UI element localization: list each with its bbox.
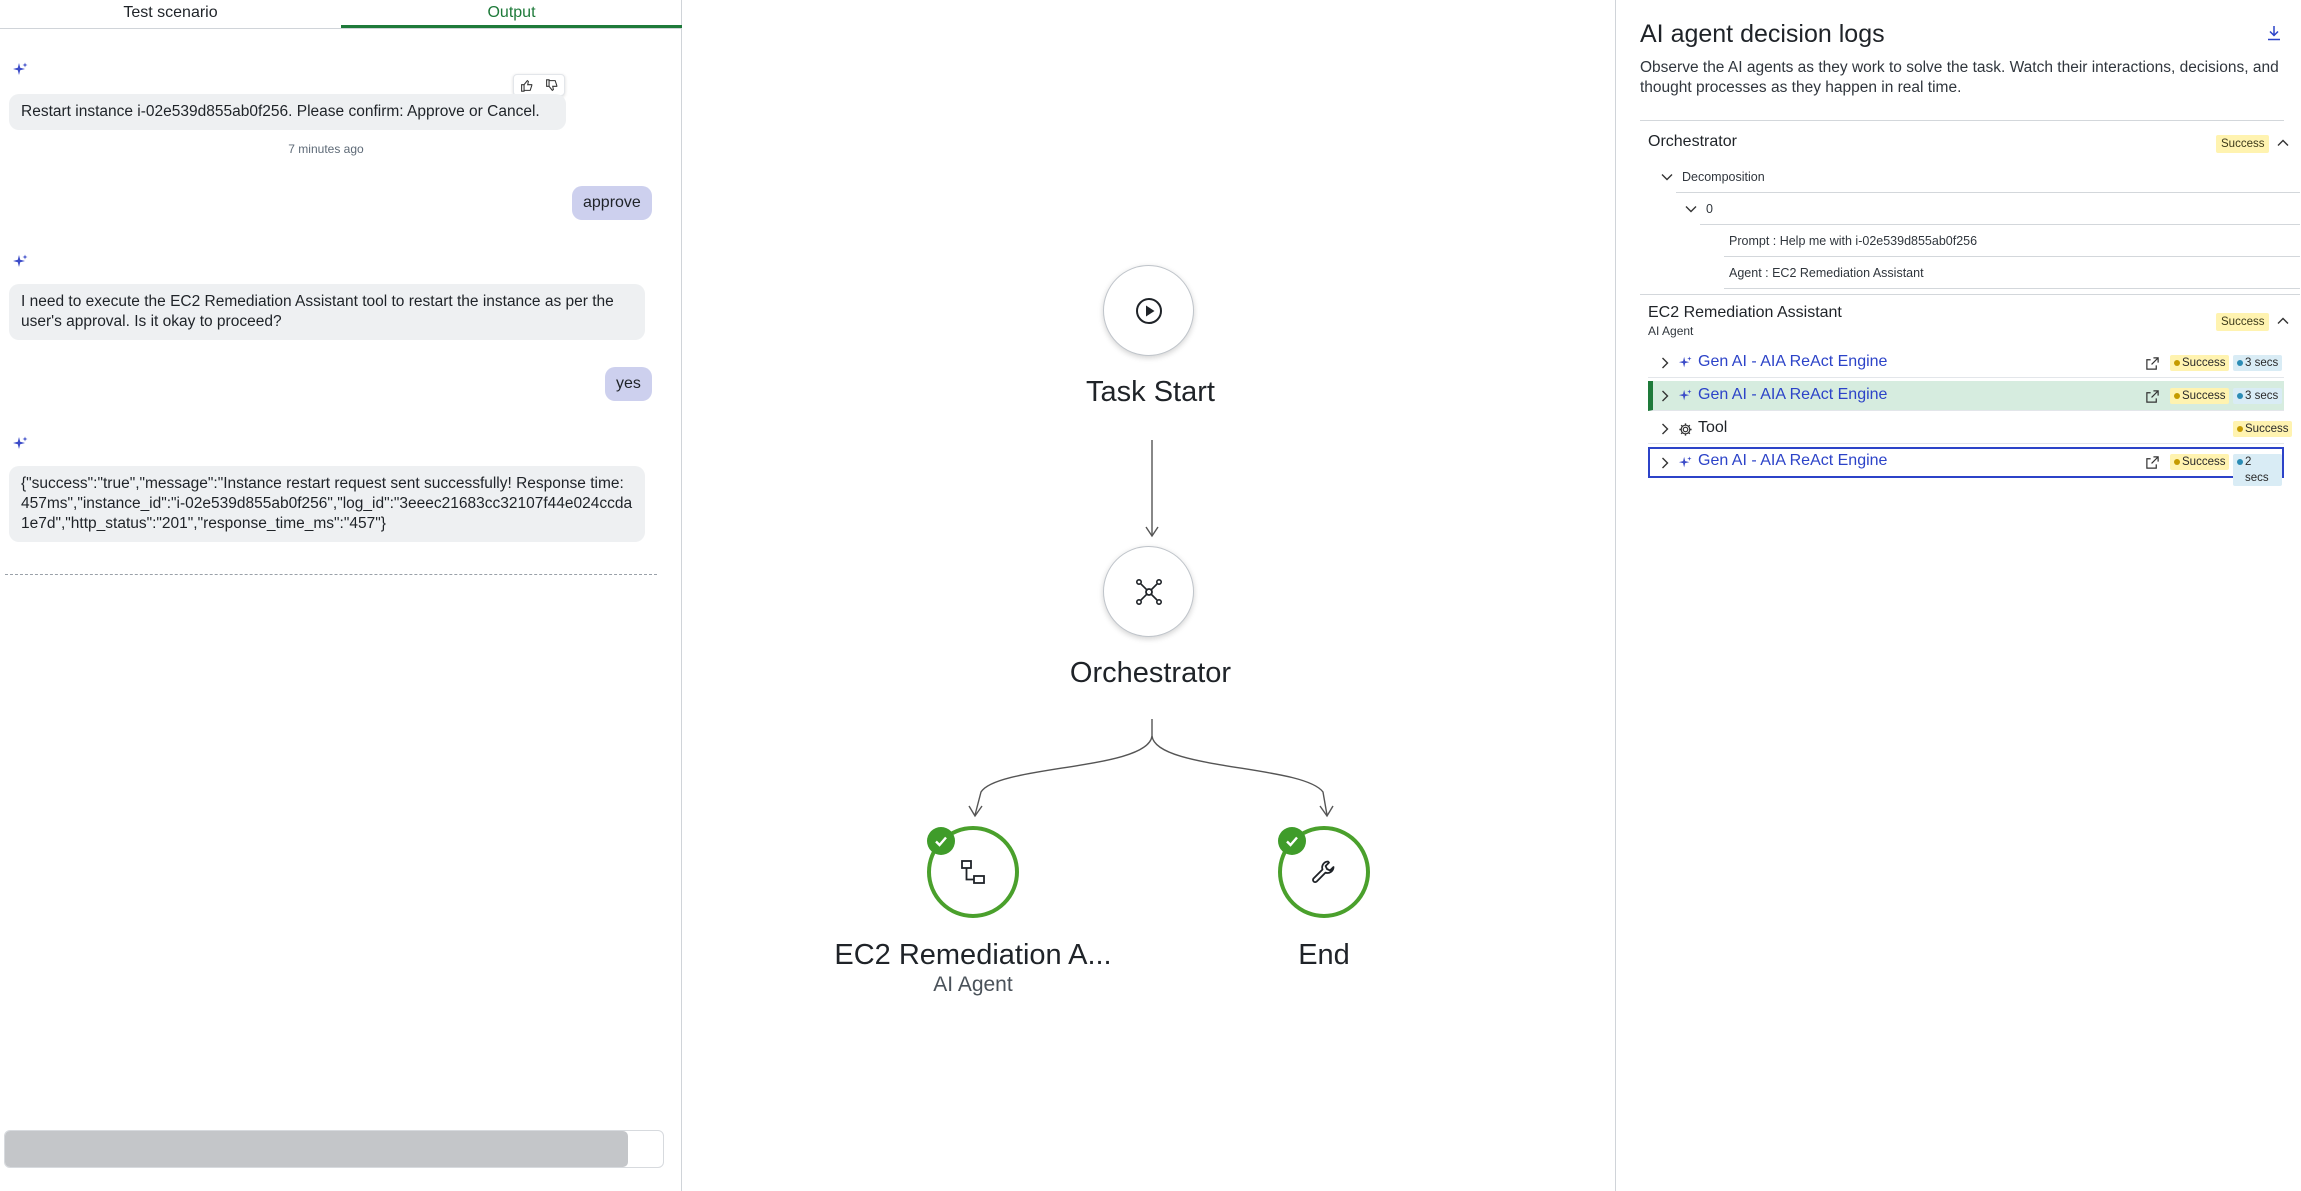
user-message: approve (572, 186, 652, 220)
message-timestamp: 7 minutes ago (288, 142, 364, 156)
gear-icon (1679, 423, 1692, 436)
duration-pill: 2 secs (2233, 454, 2282, 486)
chat-input[interactable] (4, 1130, 664, 1168)
node-label: Orchestrator (1069, 657, 1232, 689)
section-title-ec2-agent[interactable]: EC2 Remediation Assistant (1648, 304, 1842, 322)
ai-message: I need to execute the EC2 Remediation As… (9, 284, 645, 340)
wrench-icon (1312, 860, 1335, 883)
decomposition-label[interactable]: Decomposition (1682, 170, 1765, 184)
divider (1640, 294, 2300, 295)
user-message: yes (605, 367, 652, 401)
divider (1724, 256, 2300, 257)
external-link-icon[interactable] (2145, 356, 2160, 371)
log-row-label[interactable]: Gen AI - AIA ReAct Engine (1698, 353, 1887, 371)
log-row-label[interactable]: Gen AI - AIA ReAct Engine (1698, 452, 1887, 470)
connector-orchestrator-end (1151, 735, 1328, 816)
ai-sparkle-icon (13, 254, 28, 267)
thumbs-up-icon[interactable] (520, 79, 533, 92)
connector-orchestrator-agent (974, 735, 1153, 816)
chevron-right-icon[interactable] (1658, 422, 1672, 436)
log-row-highlighted[interactable]: Gen AI - AIA ReAct Engine Success 3 secs (1648, 381, 2284, 411)
tab-bar: Test scenario Output (0, 0, 682, 29)
chevron-right-icon[interactable] (1658, 456, 1672, 470)
feedback-toolbar (513, 74, 565, 96)
external-link-icon[interactable] (2145, 389, 2160, 404)
divider (1640, 120, 2284, 121)
chevron-up-icon[interactable] (2276, 314, 2290, 328)
ai-sparkle-icon (13, 62, 28, 75)
log-row[interactable]: Tool Success (1648, 414, 2293, 444)
orchestrator-node[interactable] (1103, 546, 1194, 637)
sparkle-icon (1678, 389, 1692, 401)
logs-title: AI agent decision logs (1640, 20, 1885, 48)
section-title-orchestrator[interactable]: Orchestrator (1648, 133, 1737, 151)
chevron-up-icon[interactable] (2276, 136, 2290, 150)
task-start-node[interactable] (1103, 265, 1194, 356)
download-icon[interactable] (2265, 24, 2283, 42)
node-label: Task Start (1086, 376, 1215, 408)
ai-sparkle-icon (13, 436, 28, 449)
tab-output[interactable]: Output (341, 0, 682, 28)
duration-pill: 3 secs (2233, 355, 2283, 371)
chevron-down-icon[interactable] (1660, 170, 1674, 184)
status-pill: Success (2170, 454, 2230, 470)
decision-logs-panel: AI agent decision logs Observe the AI ag… (1615, 0, 2301, 1191)
app: Test scenario Output Restart instance i-… (0, 0, 2301, 1191)
node-label: EC2 Remediation A... (834, 939, 1112, 971)
chevron-right-icon[interactable] (1658, 356, 1672, 370)
thumbs-down-icon[interactable] (545, 78, 558, 92)
section-subtitle: AI Agent (1648, 324, 1694, 338)
complete-check-icon (1278, 827, 1306, 855)
log-row-label[interactable]: Gen AI - AIA ReAct Engine (1698, 386, 1887, 404)
divider (1676, 192, 2300, 193)
decomposition-index[interactable]: 0 (1706, 202, 1713, 216)
divider (1700, 224, 2300, 225)
status-badge: Success (2216, 135, 2270, 153)
status-pill: Success (2170, 388, 2230, 404)
external-link-icon[interactable] (2145, 455, 2160, 470)
sparkle-icon (1678, 456, 1692, 468)
conversation-divider (5, 574, 657, 575)
log-row-label[interactable]: Tool (1698, 419, 1727, 437)
chat-panel: Test scenario Output Restart instance i-… (0, 0, 682, 1191)
logs-description: Observe the AI agents as they work to so… (1640, 59, 2279, 96)
tab-test-scenario[interactable]: Test scenario (0, 0, 341, 28)
hierarchy-icon (961, 860, 985, 884)
divider (1724, 288, 2300, 289)
chat-input-field[interactable] (5, 1131, 628, 1167)
chevron-down-icon[interactable] (1684, 202, 1698, 216)
node-label: End (1298, 939, 1350, 971)
log-row-selected[interactable]: Gen AI - AIA ReAct Engine Success 2 secs (1648, 447, 2284, 486)
node-sublabel: AI Agent (933, 973, 1013, 996)
play-icon (1135, 297, 1162, 324)
decomposition-prompt: Prompt : Help me with i-02e539d855ab0f25… (1729, 234, 1978, 248)
ai-message: Restart instance i-02e539d855ab0f256. Pl… (9, 94, 566, 130)
chevron-right-icon[interactable] (1658, 389, 1672, 403)
ai-message: {"success":"true","message":"Instance re… (9, 466, 645, 542)
network-icon (1135, 578, 1162, 605)
flow-canvas: Task Start Orchestrator EC2 Remediation … (683, 0, 1615, 1191)
status-pill: Success (2170, 355, 2230, 371)
log-row[interactable]: Gen AI - AIA ReAct Engine Success 3 secs (1648, 348, 2284, 378)
status-badge: Success (2216, 313, 2270, 331)
sparkle-icon (1678, 356, 1692, 368)
duration-pill: 3 secs (2233, 388, 2283, 404)
decomposition-agent: Agent : EC2 Remediation Assistant (1729, 266, 1924, 280)
status-pill: Success (2233, 421, 2293, 437)
complete-check-icon (927, 827, 955, 855)
